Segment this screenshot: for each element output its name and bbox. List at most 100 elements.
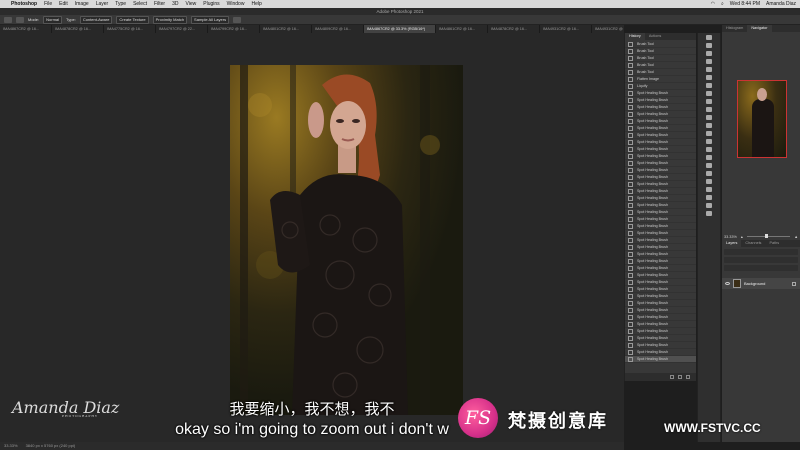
menu-layer[interactable]: Layer	[96, 0, 109, 8]
canvas-area[interactable]	[0, 33, 624, 442]
history-item[interactable]: Spot Healing Brush	[625, 328, 696, 335]
history-item[interactable]: Spot Healing Brush	[625, 104, 696, 111]
history-item[interactable]: Spot Healing Brush	[625, 216, 696, 223]
navigator-thumbnail[interactable]	[737, 80, 787, 158]
history-item[interactable]: Spot Healing Brush	[625, 251, 696, 258]
tab-histogram[interactable]: Histogram	[722, 25, 747, 32]
eyedropper-tool-icon[interactable]	[706, 91, 712, 96]
layer-name[interactable]: Background	[744, 281, 765, 286]
status-doc-size[interactable]: 3840 px x 5760 px (240 ppi)	[26, 442, 76, 450]
history-item[interactable]: Brush Tool	[625, 41, 696, 48]
menu-file[interactable]: File	[44, 0, 52, 8]
history-item[interactable]: Spot Healing Brush	[625, 160, 696, 167]
history-item[interactable]: Brush Tool	[625, 48, 696, 55]
history-item[interactable]: Spot Healing Brush	[625, 356, 696, 363]
menu-edit[interactable]: Edit	[59, 0, 68, 8]
tab-paths[interactable]: Paths	[765, 240, 783, 247]
history-item[interactable]: Spot Healing Brush	[625, 118, 696, 125]
type-tool-icon[interactable]	[706, 171, 712, 176]
history-item[interactable]: Spot Healing Brush	[625, 307, 696, 314]
history-item[interactable]: Spot Healing Brush	[625, 300, 696, 307]
document-tab[interactable]: IMA4867CR2 @ 33.3% (RGB/16*)	[364, 25, 436, 33]
menu-3d[interactable]: 3D	[172, 0, 178, 8]
frame-tool-icon[interactable]	[706, 83, 712, 88]
search-icon[interactable]: ⌕	[721, 0, 724, 8]
history-item[interactable]: Spot Healing Brush	[625, 97, 696, 104]
history-item[interactable]: Brush Tool	[625, 55, 696, 62]
history-item[interactable]: Spot Healing Brush	[625, 90, 696, 97]
history-item[interactable]: Liquify	[625, 83, 696, 90]
history-item[interactable]: Spot Healing Brush	[625, 181, 696, 188]
brush-tool-icon[interactable]	[706, 107, 712, 112]
history-item[interactable]: Spot Healing Brush	[625, 146, 696, 153]
menu-select[interactable]: Select	[133, 0, 147, 8]
history-item[interactable]: Spot Healing Brush	[625, 195, 696, 202]
dodge-tool-icon[interactable]	[706, 155, 712, 160]
history-item[interactable]: Spot Healing Brush	[625, 342, 696, 349]
menu-image[interactable]: Image	[75, 0, 89, 8]
document-tab[interactable]: IMA4775CR2 @ 16...	[104, 25, 156, 33]
menu-view[interactable]: View	[186, 0, 197, 8]
blend-mode-select[interactable]	[724, 257, 798, 263]
history-item[interactable]: Spot Healing Brush	[625, 223, 696, 230]
history-item[interactable]: Spot Healing Brush	[625, 272, 696, 279]
history-item[interactable]: Spot Healing Brush	[625, 167, 696, 174]
crop-tool-icon[interactable]	[706, 75, 712, 80]
gradient-tool-icon[interactable]	[706, 139, 712, 144]
menu-app-name[interactable]: Photoshop	[11, 0, 37, 8]
history-item[interactable]: Spot Healing Brush	[625, 188, 696, 195]
history-item[interactable]: Spot Healing Brush	[625, 265, 696, 272]
history-item[interactable]: Brush Tool	[625, 62, 696, 69]
shape-tool-icon[interactable]	[706, 187, 712, 192]
history-item[interactable]: Spot Healing Brush	[625, 174, 696, 181]
history-item[interactable]: Spot Healing Brush	[625, 258, 696, 265]
brush-size-picker[interactable]	[16, 16, 24, 23]
history-item[interactable]: Spot Healing Brush	[625, 230, 696, 237]
more-tool-icon[interactable]	[706, 211, 712, 216]
menu-type[interactable]: Type	[115, 0, 126, 8]
history-item[interactable]: Spot Healing Brush	[625, 202, 696, 209]
history-item[interactable]: Spot Healing Brush	[625, 111, 696, 118]
tab-layers[interactable]: Layers	[722, 240, 742, 247]
history-item[interactable]: Spot Healing Brush	[625, 125, 696, 132]
pen-tool-icon[interactable]	[706, 163, 712, 168]
history-item[interactable]: Spot Healing Brush	[625, 321, 696, 328]
history-item[interactable]: Spot Healing Brush	[625, 335, 696, 342]
document-tab[interactable]: IMA4801CR2 @ 16...	[260, 25, 312, 33]
trash-icon[interactable]	[686, 375, 690, 379]
document-tab[interactable]: IMA4861CR2 @ 16...	[436, 25, 488, 33]
history-item[interactable]: Spot Healing Brush	[625, 132, 696, 139]
document-tab[interactable]: IMA4797CR2 @ 22...	[156, 25, 208, 33]
clock[interactable]: Wed 8:44 PM	[730, 0, 760, 8]
document-tab[interactable]: IMA4867CR2 @ 16...	[0, 25, 52, 33]
zoom-in-icon[interactable]: ▲	[794, 235, 798, 239]
history-item[interactable]: Spot Healing Brush	[625, 237, 696, 244]
proximity-match-button[interactable]: Proximity Match	[152, 15, 188, 24]
spot-healing-tool-icon[interactable]	[706, 99, 712, 104]
new-snapshot-icon[interactable]	[670, 375, 674, 379]
zoom-slider[interactable]	[746, 234, 791, 238]
document-tab[interactable]: IMA4931CR2 @ 16...	[540, 25, 592, 33]
menu-plugins[interactable]: Plugins	[203, 0, 219, 8]
history-item[interactable]: Spot Healing Brush	[625, 209, 696, 216]
marquee-tool-icon[interactable]	[706, 51, 712, 56]
history-item[interactable]: Spot Healing Brush	[625, 286, 696, 293]
menu-filter[interactable]: Filter	[154, 0, 165, 8]
hand-tool-icon[interactable]	[706, 195, 712, 200]
eye-icon[interactable]	[725, 282, 730, 285]
menu-window[interactable]: Window	[227, 0, 245, 8]
move-tool-icon[interactable]	[706, 35, 712, 40]
history-item[interactable]: Spot Healing Brush	[625, 293, 696, 300]
eraser-tool-icon[interactable]	[706, 131, 712, 136]
history-item[interactable]: Spot Healing Brush	[625, 139, 696, 146]
clone-stamp-tool-icon[interactable]	[706, 115, 712, 120]
zoom-out-icon[interactable]: ▴	[741, 234, 743, 239]
create-texture-button[interactable]: Create Texture	[116, 15, 149, 24]
history-item[interactable]: Flatten Image	[625, 76, 696, 83]
document-tab[interactable]: IMA4931CR2 @ 16...	[592, 25, 624, 33]
zoom-tool-icon[interactable]	[706, 203, 712, 208]
history-item[interactable]: Spot Healing Brush	[625, 314, 696, 321]
menu-help[interactable]: Help	[251, 0, 261, 8]
history-item[interactable]: Spot Healing Brush	[625, 153, 696, 160]
tab-channels[interactable]: Channels	[741, 240, 765, 247]
